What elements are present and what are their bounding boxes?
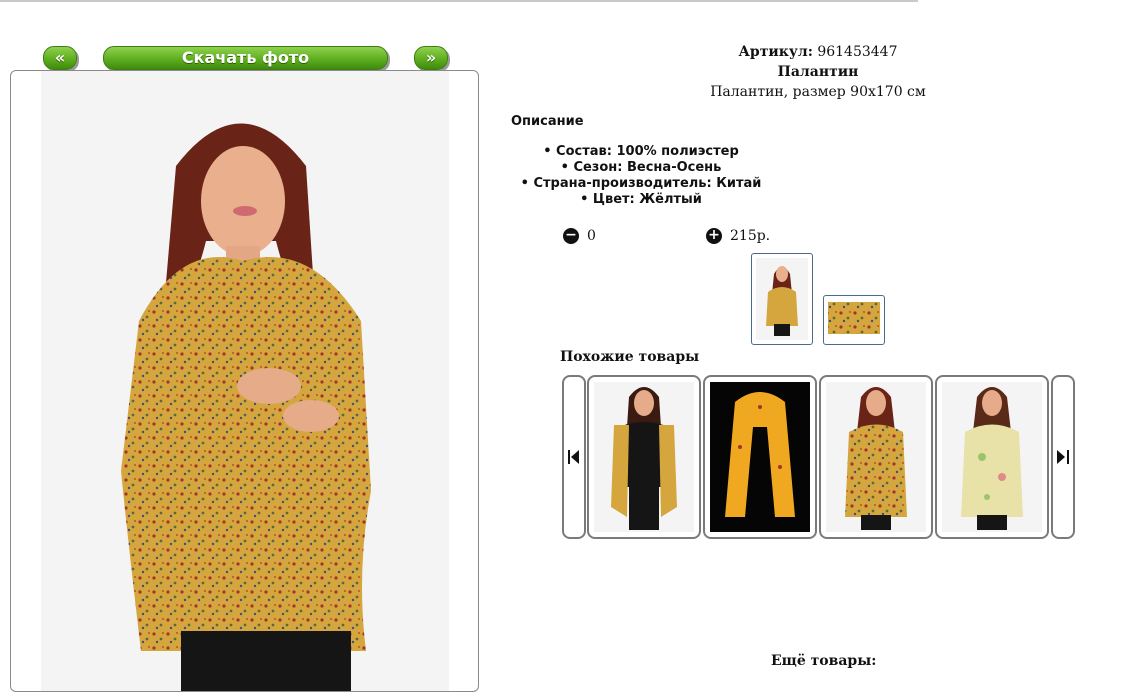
article-label: Артикул: bbox=[738, 44, 813, 60]
photo-thumbnail-fabric[interactable] bbox=[823, 295, 885, 345]
previous-photo-button[interactable]: « bbox=[43, 46, 77, 70]
similar-product-3[interactable] bbox=[819, 375, 933, 539]
product-info: Артикул: 961453447 Палантин Палантин, ра… bbox=[700, 42, 936, 102]
quantity-control: −0 bbox=[563, 228, 596, 244]
similar-product-image bbox=[942, 382, 1042, 532]
similar-product-1[interactable] bbox=[587, 375, 701, 539]
product-name: Палантин bbox=[700, 62, 936, 82]
more-products-title: Ещё товары: bbox=[771, 653, 877, 669]
description-title: Описание bbox=[511, 114, 584, 129]
similar-product-image bbox=[594, 382, 694, 532]
photo-thumbnail-model[interactable] bbox=[751, 253, 813, 345]
price-value: 215р. bbox=[730, 228, 771, 244]
description-item: Цвет: Жёлтый bbox=[511, 192, 771, 208]
similar-product-2[interactable] bbox=[703, 375, 817, 539]
carousel-prev-button[interactable] bbox=[562, 375, 586, 539]
price-control: +215р. bbox=[706, 228, 770, 244]
minus-icon[interactable]: − bbox=[563, 228, 579, 244]
description-item: Состав: 100% полиэстер bbox=[511, 144, 771, 160]
skip-forward-icon bbox=[1057, 450, 1069, 464]
download-photo-button[interactable]: Скачать фото bbox=[103, 46, 388, 70]
description-item: Страна-производитель: Китай bbox=[511, 176, 771, 192]
quantity-value: 0 bbox=[587, 228, 596, 244]
top-divider bbox=[0, 0, 918, 2]
skip-back-icon bbox=[568, 450, 579, 464]
article-number: 961453447 bbox=[817, 44, 898, 60]
main-product-photo[interactable] bbox=[10, 70, 479, 692]
similar-product-4[interactable] bbox=[935, 375, 1049, 539]
description-item: Сезон: Весна-Осень bbox=[511, 160, 771, 176]
similar-product-image bbox=[710, 382, 810, 532]
product-subtitle: Палантин, размер 90x170 см bbox=[710, 84, 926, 100]
thumbnail-model-image bbox=[756, 258, 808, 340]
carousel-next-button[interactable] bbox=[1051, 375, 1075, 539]
plus-icon[interactable]: + bbox=[706, 228, 722, 244]
model-wearing-scarf-image bbox=[121, 123, 371, 691]
similar-products-title: Похожие товары bbox=[560, 349, 700, 365]
thumbnail-fabric-image bbox=[828, 302, 880, 334]
article-line: Артикул: 961453447 bbox=[700, 42, 936, 62]
similar-product-image bbox=[826, 382, 926, 532]
description-list: Состав: 100% полиэстер Сезон: Весна-Осен… bbox=[511, 144, 771, 208]
next-photo-button[interactable]: » bbox=[414, 46, 448, 70]
product-name-text: Палантин bbox=[777, 64, 859, 80]
